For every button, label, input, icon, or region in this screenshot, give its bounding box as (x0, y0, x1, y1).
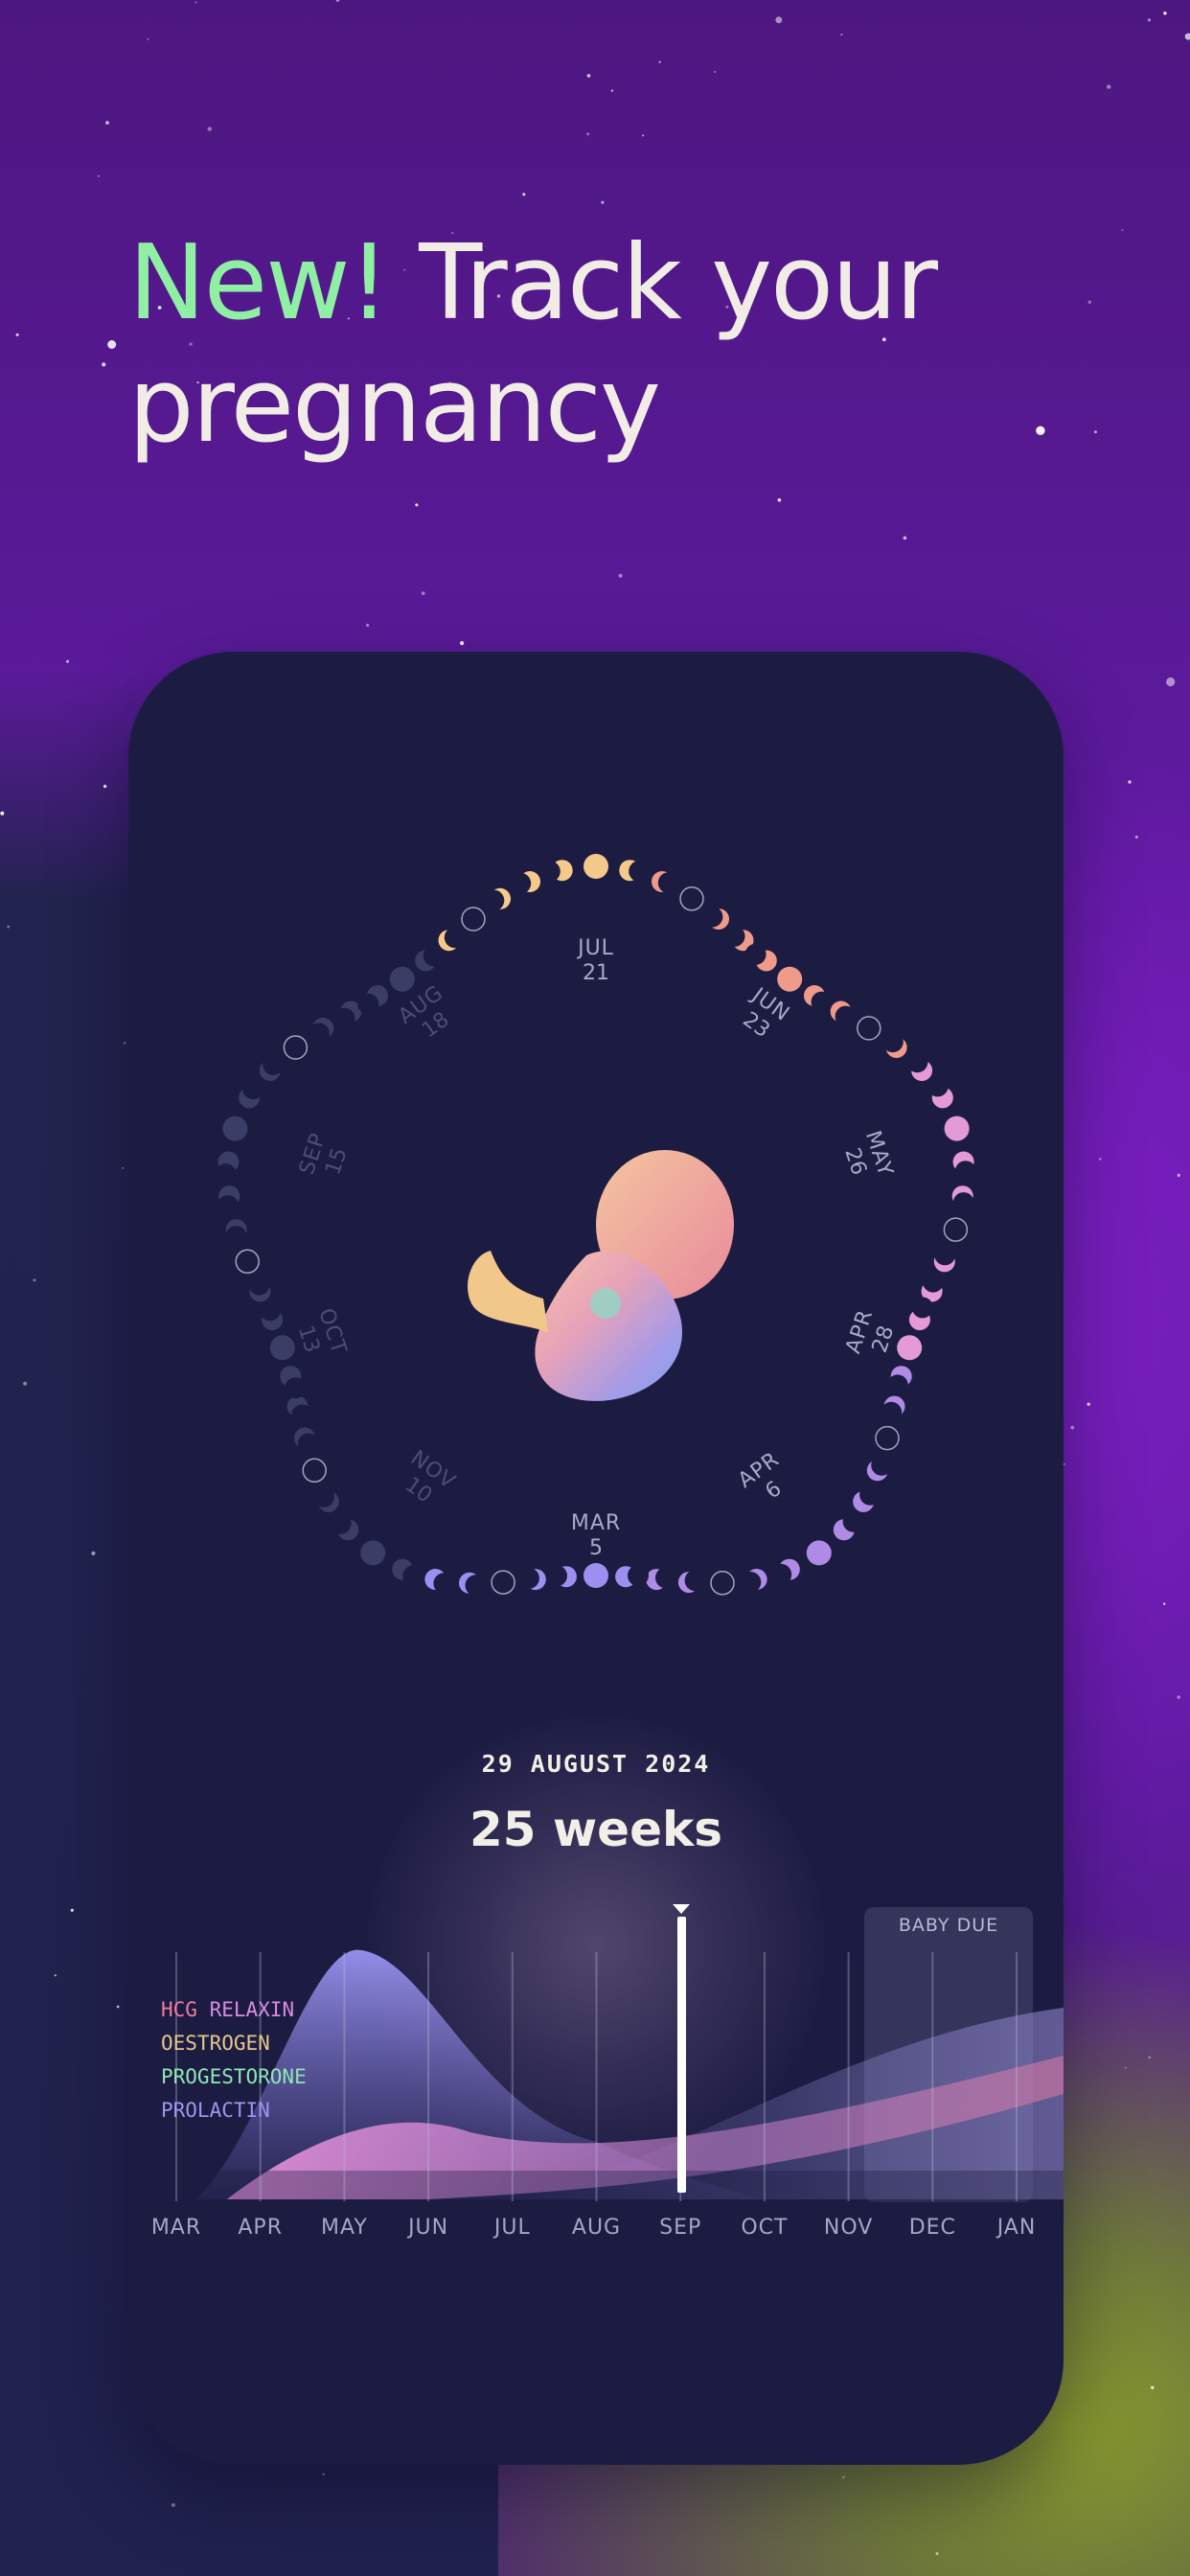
star (7, 925, 11, 929)
star (1163, 12, 1167, 15)
star (522, 193, 526, 196)
month-label: AUG (571, 2216, 622, 2240)
star (842, 2475, 845, 2479)
star (116, 2005, 120, 2009)
star (1177, 1695, 1180, 1699)
star (1070, 1425, 1075, 1430)
month-label: JAN (996, 2216, 1037, 2240)
star (840, 34, 843, 36)
star (322, 2473, 325, 2475)
star (618, 573, 623, 578)
star (70, 1908, 74, 1912)
month-label: MAY (321, 2216, 368, 2240)
star (102, 362, 106, 367)
star (0, 811, 5, 816)
star (658, 60, 661, 64)
star (1098, 1158, 1102, 1161)
star (775, 16, 783, 24)
star (66, 659, 69, 663)
headline-accent: New! (128, 223, 390, 343)
star (97, 174, 101, 177)
star (122, 1167, 125, 1169)
star (1093, 430, 1097, 434)
current-week-marker[interactable] (677, 1917, 686, 2193)
star (601, 200, 605, 204)
star (54, 1974, 57, 1977)
star (586, 74, 591, 78)
month-label: OCT (741, 2216, 789, 2240)
star (1150, 2385, 1155, 2390)
star (103, 784, 107, 789)
star (586, 132, 590, 136)
month-label: JUN (408, 2216, 449, 2240)
star (107, 340, 117, 349)
star (105, 121, 109, 125)
star (1121, 229, 1124, 232)
hormone-chart (128, 1949, 1064, 2209)
legend-progestorone: PROGESTORONE (161, 2065, 307, 2088)
star (123, 1042, 126, 1045)
star (1128, 780, 1132, 784)
star (207, 126, 212, 131)
star (1125, 2066, 1127, 2069)
star (777, 498, 782, 502)
month-label: NOV (823, 2216, 874, 2240)
month-label: DEC (908, 2216, 956, 2240)
hormone-legend: HCG RELAXIN OESTROGEN PROGESTORONE PROLA… (161, 1993, 307, 2128)
star (1107, 84, 1111, 89)
month-label: JUL (493, 2216, 531, 2240)
star (1184, 33, 1190, 40)
legend-row-1: HCG RELAXIN (161, 1993, 307, 2027)
star (1163, 1602, 1166, 1605)
star (903, 536, 907, 540)
star (421, 591, 425, 595)
phone-card: JUL 21 JUN 23 MAY 26 APR 28 APR 6 MAR 5 NOV 10 OCT 13 SE… (128, 652, 1064, 2465)
star (15, 333, 19, 336)
star (415, 503, 419, 507)
star (1147, 18, 1151, 22)
legend-prolactin: PROLACTIN (161, 2099, 270, 2122)
star (1087, 1402, 1090, 1406)
star (91, 1551, 96, 1555)
month-label: SEP (659, 2216, 702, 2240)
star (1134, 835, 1138, 839)
month-label: MAR (150, 2216, 202, 2240)
legend-hcg: HCG (161, 1998, 197, 2021)
headline: New! Track your pregnancy (128, 222, 1087, 468)
legend-relaxin: RELAXIN (209, 1998, 295, 2021)
star (714, 71, 717, 73)
star (1166, 677, 1176, 687)
star (33, 1278, 36, 1282)
star (610, 89, 614, 92)
star (23, 1381, 28, 1386)
star (1148, 2056, 1151, 2058)
legend-oestrogen: OESTROGEN (161, 2032, 270, 2055)
star (642, 134, 645, 137)
star (147, 38, 149, 40)
star (335, 0, 340, 2)
star (935, 2552, 939, 2556)
star (460, 641, 465, 646)
star (366, 623, 370, 628)
month-axis: MAR APR MAY JUN JUL AUG SEP OCT NOV DEC JAN (128, 2216, 1064, 2244)
month-label: APR (238, 2216, 283, 2240)
star (195, 1, 197, 4)
star (1087, 300, 1092, 304)
star (1177, 1173, 1180, 1177)
current-week-marker-tip (673, 1904, 690, 1914)
star (171, 2503, 175, 2507)
